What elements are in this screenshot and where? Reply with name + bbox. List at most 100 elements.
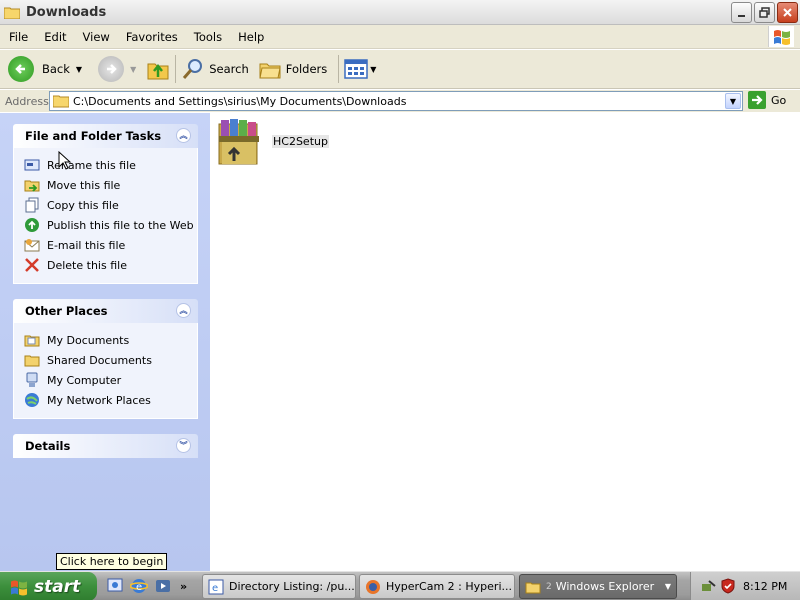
close-button[interactable] <box>777 2 798 23</box>
file-tasks-panel: File and Folder Tasks ︽ Rename this file… <box>13 124 198 284</box>
expand-icon[interactable]: ︾ <box>176 438 191 453</box>
folders-icon <box>259 63 281 79</box>
task-label: Delete this file <box>47 258 127 272</box>
task-label: Copy this file <box>47 198 119 212</box>
address-bar: Address C:\Documents and Settings\sirius… <box>0 90 800 112</box>
search-label: Search <box>209 62 249 76</box>
taskbar-item-windows-explorer[interactable]: 2 Windows Explorer ▼ <box>519 574 677 599</box>
forward-dropdown-icon[interactable]: ▼ <box>130 65 136 74</box>
task-label: E-mail this file <box>47 238 126 252</box>
folder-icon <box>24 352 40 368</box>
place-my-documents[interactable]: My Documents <box>24 330 197 350</box>
other-places-header[interactable]: Other Places ︽ <box>13 299 198 323</box>
address-value: C:\Documents and Settings\sirius\My Docu… <box>73 94 407 108</box>
details-header[interactable]: Details ︾ <box>13 434 198 458</box>
place-label: Shared Documents <box>47 353 152 367</box>
group-count-icon: 2 <box>546 581 552 592</box>
place-shared-documents[interactable]: Shared Documents <box>24 350 197 370</box>
title-bar: Downloads <box>0 0 800 25</box>
svg-text:e: e <box>136 582 142 593</box>
task-publish-file[interactable]: Publish this file to the Web <box>24 215 197 235</box>
go-button[interactable]: Go <box>748 91 786 109</box>
toolbar: Back ▼ ▼ Search Folders ▼ <box>0 50 800 89</box>
menu-edit[interactable]: Edit <box>36 30 74 44</box>
security-shield-icon[interactable] <box>720 578 736 594</box>
place-my-network-places[interactable]: My Network Places <box>24 390 197 410</box>
menu-bar: File Edit View Favorites Tools Help <box>0 25 800 49</box>
email-icon <box>24 237 40 253</box>
toolbar-separator <box>175 55 177 83</box>
task-rename-file[interactable]: Rename this file <box>24 155 197 175</box>
search-button[interactable]: Search <box>181 53 249 85</box>
file-view[interactable]: HC2Setup <box>210 113 800 571</box>
task-copy-file[interactable]: Copy this file <box>24 195 197 215</box>
menu-help[interactable]: Help <box>230 30 272 44</box>
forward-arrow-icon <box>98 56 125 82</box>
windows-logo-icon <box>11 580 27 595</box>
address-dropdown-button[interactable]: ▼ <box>725 93 741 109</box>
taskbar-item-hypercam[interactable]: HyperCam 2 : Hyperi... <box>359 574 515 599</box>
back-button[interactable]: Back ▼ <box>8 53 82 85</box>
menu-favorites[interactable]: Favorites <box>118 30 186 44</box>
taskbar-item-label: Windows Explorer <box>555 580 655 593</box>
start-tooltip: Click here to begin <box>56 553 168 570</box>
back-arrow-icon <box>8 56 34 82</box>
network-tray-icon[interactable] <box>701 578 717 594</box>
task-email-file[interactable]: E-mail this file <box>24 235 197 255</box>
my-documents-icon <box>24 332 40 348</box>
delete-icon <box>24 257 40 273</box>
folder-icon <box>4 7 20 19</box>
place-label: My Computer <box>47 373 122 387</box>
window-title: Downloads <box>26 4 107 20</box>
views-button[interactable]: ▼ <box>344 53 376 85</box>
show-desktop-icon[interactable] <box>106 577 124 595</box>
collapse-icon[interactable]: ︽ <box>176 303 191 318</box>
menu-view[interactable]: View <box>75 30 118 44</box>
forward-button[interactable]: ▼ <box>98 53 136 85</box>
menu-tools[interactable]: Tools <box>186 30 230 44</box>
back-dropdown-icon[interactable]: ▼ <box>76 65 82 74</box>
internet-explorer-icon: e <box>208 579 224 594</box>
file-tasks-header[interactable]: File and Folder Tasks ︽ <box>13 124 198 148</box>
views-dropdown-icon[interactable]: ▼ <box>370 65 376 74</box>
taskbar-item-directory-listing[interactable]: e Directory Listing: /pu... <box>202 574 356 599</box>
taskbar: start e » e Directory Listing: /pu... Hy… <box>0 571 800 600</box>
windows-logo-icon <box>768 26 794 47</box>
other-places-title: Other Places <box>25 304 108 318</box>
start-button[interactable]: start <box>0 572 97 600</box>
clock: 8:12 PM <box>743 580 788 593</box>
address-label: Address <box>5 94 49 108</box>
rename-icon <box>24 157 40 173</box>
go-arrow-icon <box>748 91 766 109</box>
task-delete-file[interactable]: Delete this file <box>24 255 197 275</box>
minimize-icon <box>738 15 745 17</box>
file-item[interactable]: HC2Setup <box>216 116 329 168</box>
place-label: My Documents <box>47 333 130 347</box>
up-folder-button[interactable] <box>146 53 170 85</box>
place-my-computer[interactable]: My Computer <box>24 370 197 390</box>
menu-file[interactable]: File <box>0 30 36 44</box>
collapse-icon[interactable]: ︽ <box>176 128 191 143</box>
file-name: HC2Setup <box>272 135 329 148</box>
toolbar-separator <box>338 55 340 83</box>
task-move-file[interactable]: Move this file <box>24 175 197 195</box>
maximize-button[interactable] <box>754 2 775 23</box>
quick-launch-more-icon[interactable]: » <box>180 580 187 593</box>
views-icon <box>344 59 369 79</box>
task-label: Move this file <box>47 178 121 192</box>
chevron-down-icon: ▼ <box>729 96 737 106</box>
folder-icon <box>53 95 69 108</box>
go-label: Go <box>771 93 787 107</box>
task-pane: File and Folder Tasks ︽ Rename this file… <box>0 113 210 571</box>
computer-icon <box>24 372 40 388</box>
media-player-icon[interactable] <box>154 577 172 595</box>
address-input[interactable]: C:\Documents and Settings\sirius\My Docu… <box>49 91 743 111</box>
quick-launch: e » <box>106 577 187 595</box>
winrar-archive-icon <box>218 119 259 165</box>
taskbar-item-label: Directory Listing: /pu... <box>229 580 355 593</box>
firefox-icon <box>366 579 380 594</box>
network-icon <box>24 392 40 408</box>
folders-button[interactable]: Folders <box>259 53 327 85</box>
internet-explorer-icon[interactable]: e <box>130 577 148 595</box>
minimize-button[interactable] <box>731 2 752 23</box>
